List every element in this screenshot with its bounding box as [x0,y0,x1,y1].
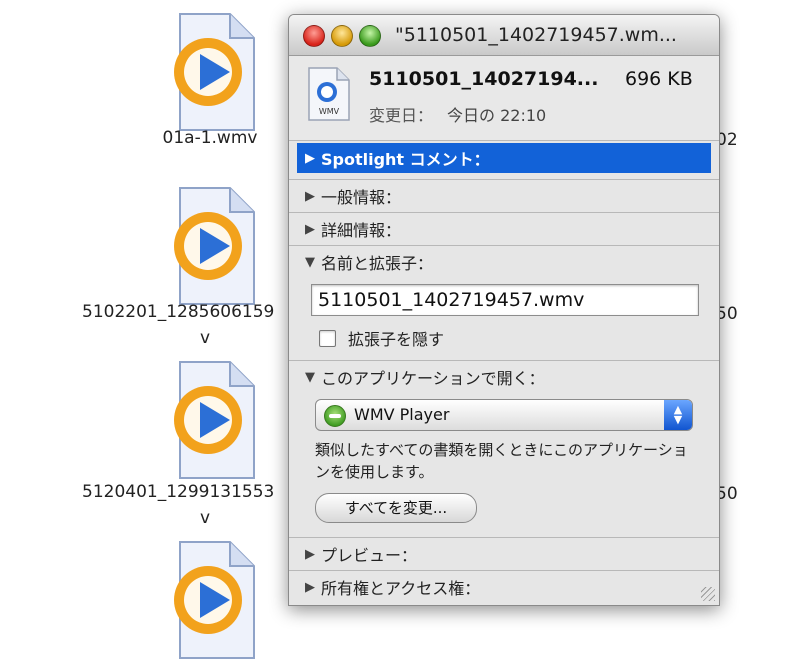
section-preview[interactable]: ▶ プレビュー： [289,537,719,570]
section-open-with[interactable]: ▼ このアプリケーションで開く： WMV Player ▲ ▼ 類似したすべての書… [289,360,719,523]
section-ownership[interactable]: ▶ 所有権とアクセス権： [289,570,719,603]
wmv-file-icon [174,13,255,131]
section-header-general[interactable]: ▶ 一般情報： [289,180,719,212]
resize-grip-icon[interactable] [701,587,715,601]
wmv-file-icon [174,361,255,479]
disclosure-triangle-icon: ▶ [305,221,315,237]
section-general[interactable]: ▶ 一般情報： [289,179,719,212]
application-popup[interactable]: WMV Player ▲ ▼ [315,399,693,431]
disclosure-triangle-icon: ▶ [305,546,315,562]
get-info-window[interactable]: "5110501_1402719457.wm... WMV 5110501_14… [288,14,720,606]
section-more-info[interactable]: ▶ 詳細情報： [289,212,719,245]
section-header-name-extension[interactable]: ▼ 名前と拡張子： [289,246,719,278]
icon-badge: WMV [319,107,340,116]
wmv-document-icon: WMV [308,67,350,121]
modified-row: 変更日： 今日の 22:10 [369,102,546,126]
disclosure-triangle-open-icon: ▼ [305,254,315,270]
section-label: プレビュー： [321,546,418,565]
section-label: このアプリケーションで開く： [321,369,545,388]
disclosure-triangle-open-icon: ▼ [305,369,315,385]
minimize-button[interactable] [331,25,353,47]
section-label: 名前と拡張子： [321,254,434,273]
hide-extension-label: 拡張子を隠す [348,330,445,349]
info-header: WMV 5110501_14027194... 696 KB 変更日： 今日の 2… [289,56,719,140]
application-popup-value: WMV Player [354,405,450,424]
modified-value: 今日の 22:10 [447,106,547,125]
file-name: 01a-1.wmv [162,128,258,148]
file-size: 696 KB [625,68,693,90]
window-title: "5110501_1402719457.wm... [395,24,677,46]
file-name: 5102201_1285606159 [82,302,275,322]
section-label: 詳細情報： [321,221,402,240]
section-header-spotlight[interactable]: ▶ Spotlight コメント： [297,143,711,173]
modified-label: 変更日： [369,106,434,125]
wmv-player-app-icon [324,405,346,427]
wmv-file-icon [174,541,255,659]
disclosure-triangle-icon: ▶ [305,188,315,204]
section-name-extension[interactable]: ▼ 名前と拡張子： 5110501_1402719457.wmv 拡張子を隠す [289,245,719,350]
section-spotlight[interactable]: ▶ Spotlight コメント： [289,140,719,179]
disclosure-triangle-icon: ▶ [305,150,315,166]
title-bar[interactable]: "5110501_1402719457.wm... [289,15,719,56]
section-header-open-with[interactable]: ▼ このアプリケーションで開く： [289,361,719,393]
section-label: Spotlight コメント： [321,150,490,169]
disclosure-triangle-icon: ▶ [305,579,315,595]
file-name-line2: v [200,508,211,528]
section-label: 所有権とアクセス権： [321,579,481,598]
wmv-file-icon [174,187,255,305]
close-button[interactable] [303,25,325,47]
hide-extension-row[interactable]: 拡張子を隠す [319,326,719,350]
file-name-header: 5110501_14027194... [369,68,599,90]
file-name-field[interactable]: 5110501_1402719457.wmv [311,284,699,316]
section-header-more-info[interactable]: ▶ 詳細情報： [289,213,719,245]
file-name: 5120401_1299131553 [82,482,275,502]
section-header-preview[interactable]: ▶ プレビュー： [289,538,719,570]
popup-arrows-icon: ▲ ▼ [664,400,692,430]
change-all-button[interactable]: すべてを変更... [315,493,477,523]
section-label: 一般情報： [321,188,402,207]
zoom-button[interactable] [359,25,381,47]
hide-extension-checkbox[interactable] [319,329,336,347]
file-name-line2: v [200,328,211,348]
section-header-ownership[interactable]: ▶ 所有権とアクセス権： [289,571,719,603]
open-with-description: 類似したすべての書類を開くときにこのアプリケーションを使用します。 [315,441,688,481]
